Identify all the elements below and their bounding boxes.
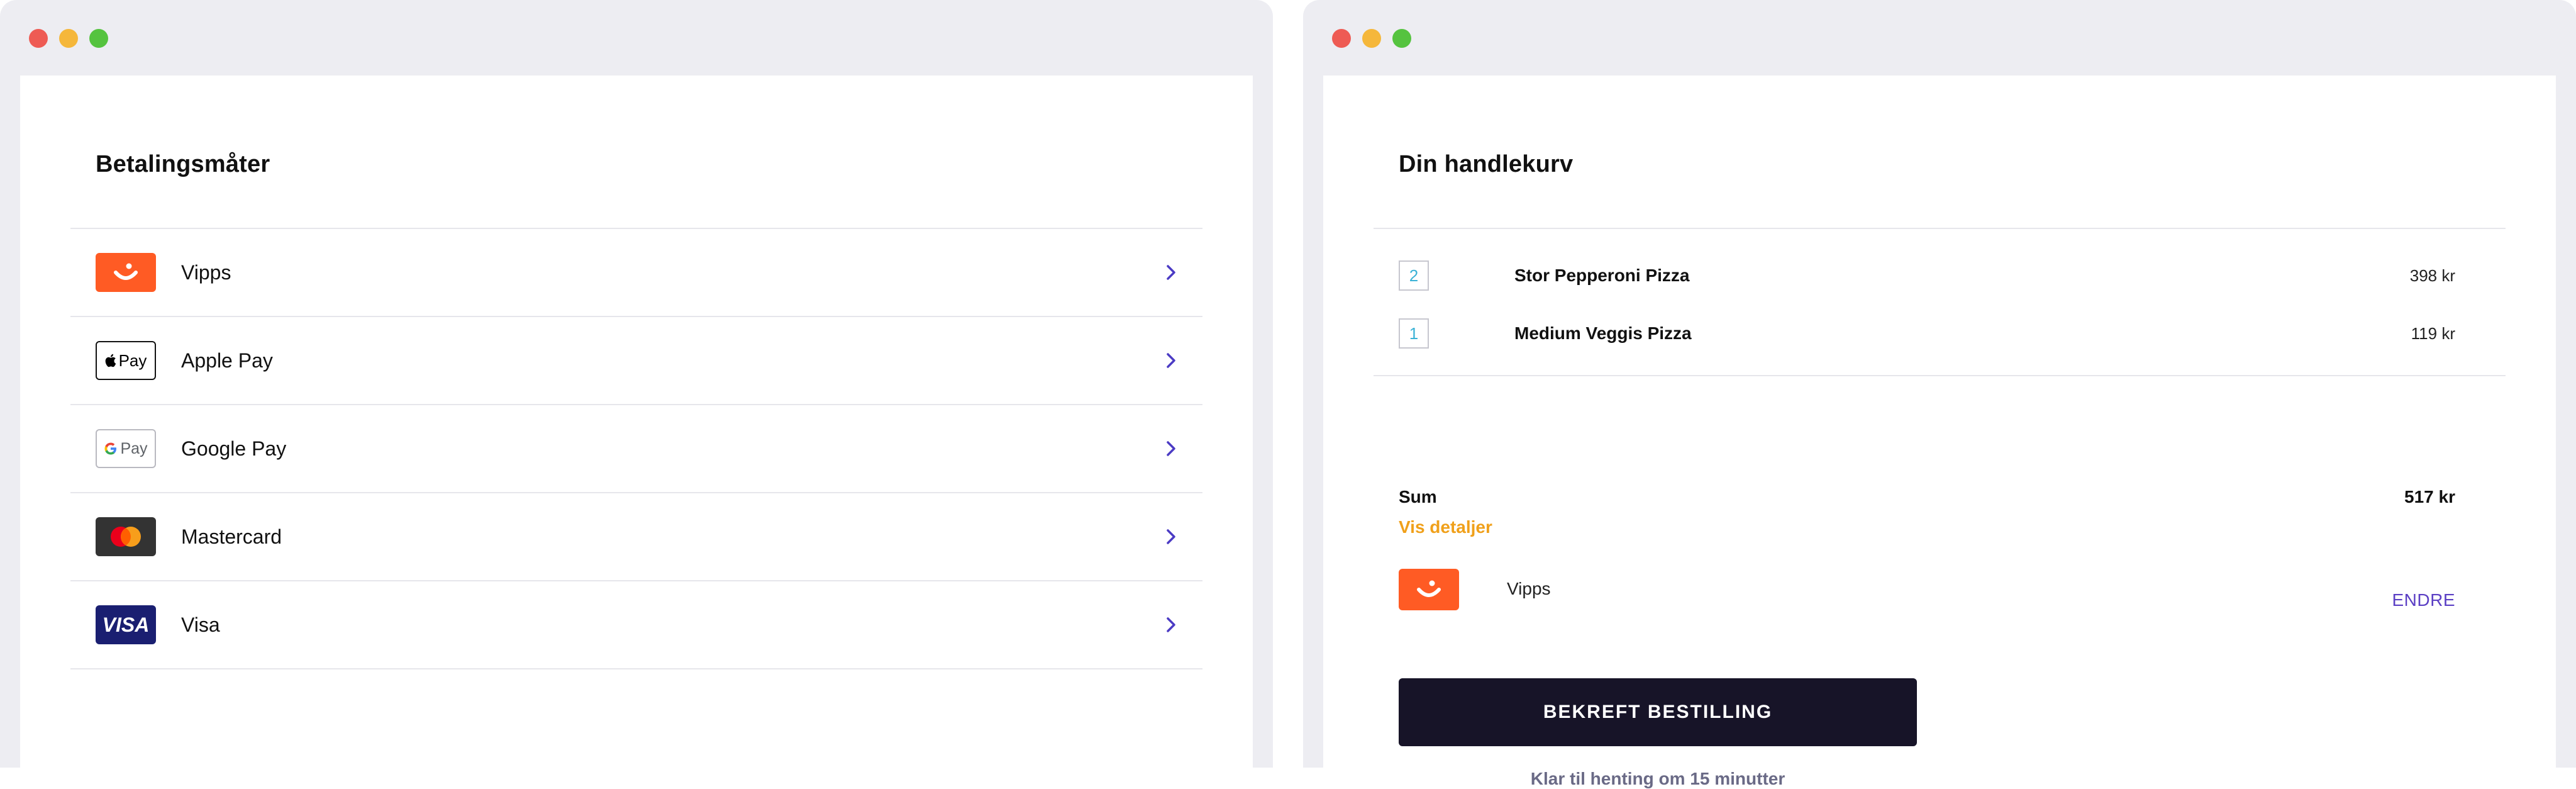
chevron-right-icon [1167,617,1175,632]
quantity-box[interactable]: 2 [1399,260,1429,291]
quantity-box[interactable]: 1 [1399,318,1429,349]
apple-pay-logo-text: Pay [118,350,147,370]
divider [1374,228,2506,229]
chevron-right-icon [1167,529,1175,544]
chevron-right-icon [1167,265,1175,280]
item-price: 119 kr [2411,323,2455,343]
vipps-logo-icon [96,253,156,292]
payment-method-label: Apple Pay [181,349,273,372]
payment-method-label: Vipps [181,260,231,284]
item-name: Stor Pepperoni Pizza [1514,266,1690,285]
mastercard-logo-icon [96,517,156,556]
payment-method-list: Vipps Pay Apple Pay Pay Google Pay Maste… [70,229,1202,669]
payment-method-label: Mastercard [181,525,282,548]
visa-logo-text: VISA [102,613,150,636]
chevron-right-icon [1167,441,1175,456]
pickup-time-note: Klar til henting om 15 minutter [1530,769,1785,788]
google-pay-logo-text: Pay [120,439,148,457]
close-window-button[interactable] [1332,29,1351,48]
payment-method-label: Google Pay [181,437,287,460]
vipps-logo-icon [1399,569,1459,610]
item-price: 398 kr [2409,266,2455,285]
apple-icon [105,354,116,367]
maximize-window-button[interactable] [1392,29,1411,48]
cart-item: 2 Stor Pepperoni Pizza 398 kr [1399,259,2455,292]
cart-panel: Din handlekurv 2 Stor Pepperoni Pizza 39… [1323,76,2556,788]
payment-method-vipps[interactable]: Vipps [70,229,1202,317]
chevron-right-icon [1167,353,1175,368]
item-name: Medium Veggis Pizza [1514,323,1692,343]
page-title: Betalingsmåter [96,151,270,177]
selected-payment-method: Vipps [1507,579,1551,598]
shopping-cart-window: Din handlekurv 2 Stor Pepperoni Pizza 39… [1303,0,2576,788]
google-g-icon [104,442,117,455]
apple-pay-logo-icon: Pay [96,341,156,380]
view-details-link[interactable]: Vis detaljer [1399,517,1492,537]
confirm-order-button[interactable]: BEKREFT BESTILLING [1399,678,1917,746]
window-controls [29,29,108,48]
payment-methods-panel: Betalingsmåter Vipps Pay Apple Pay Pay G… [20,76,1253,768]
close-window-button[interactable] [29,29,48,48]
minimize-window-button[interactable] [1362,29,1381,48]
change-payment-link[interactable]: ENDRE [2392,590,2455,610]
visa-logo-icon: VISA [96,605,156,644]
window-controls [1332,29,1411,48]
maximize-window-button[interactable] [89,29,108,48]
google-pay-logo-icon: Pay [96,429,156,468]
payment-method-label: Visa [181,613,220,636]
payment-methods-window: Betalingsmåter Vipps Pay Apple Pay Pay G… [0,0,1273,768]
cart-item: 1 Medium Veggis Pizza 119 kr [1399,317,2455,350]
divider [1374,375,2506,376]
minimize-window-button[interactable] [59,29,78,48]
sum-label: Sum [1399,487,1437,506]
sum-value: 517 kr [2404,487,2455,506]
payment-method-google-pay[interactable]: Pay Google Pay [70,405,1202,493]
payment-method-visa[interactable]: VISA Visa [70,581,1202,669]
page-title: Din handlekurv [1399,151,1574,177]
payment-method-apple-pay[interactable]: Pay Apple Pay [70,317,1202,405]
payment-method-mastercard[interactable]: Mastercard [70,493,1202,581]
